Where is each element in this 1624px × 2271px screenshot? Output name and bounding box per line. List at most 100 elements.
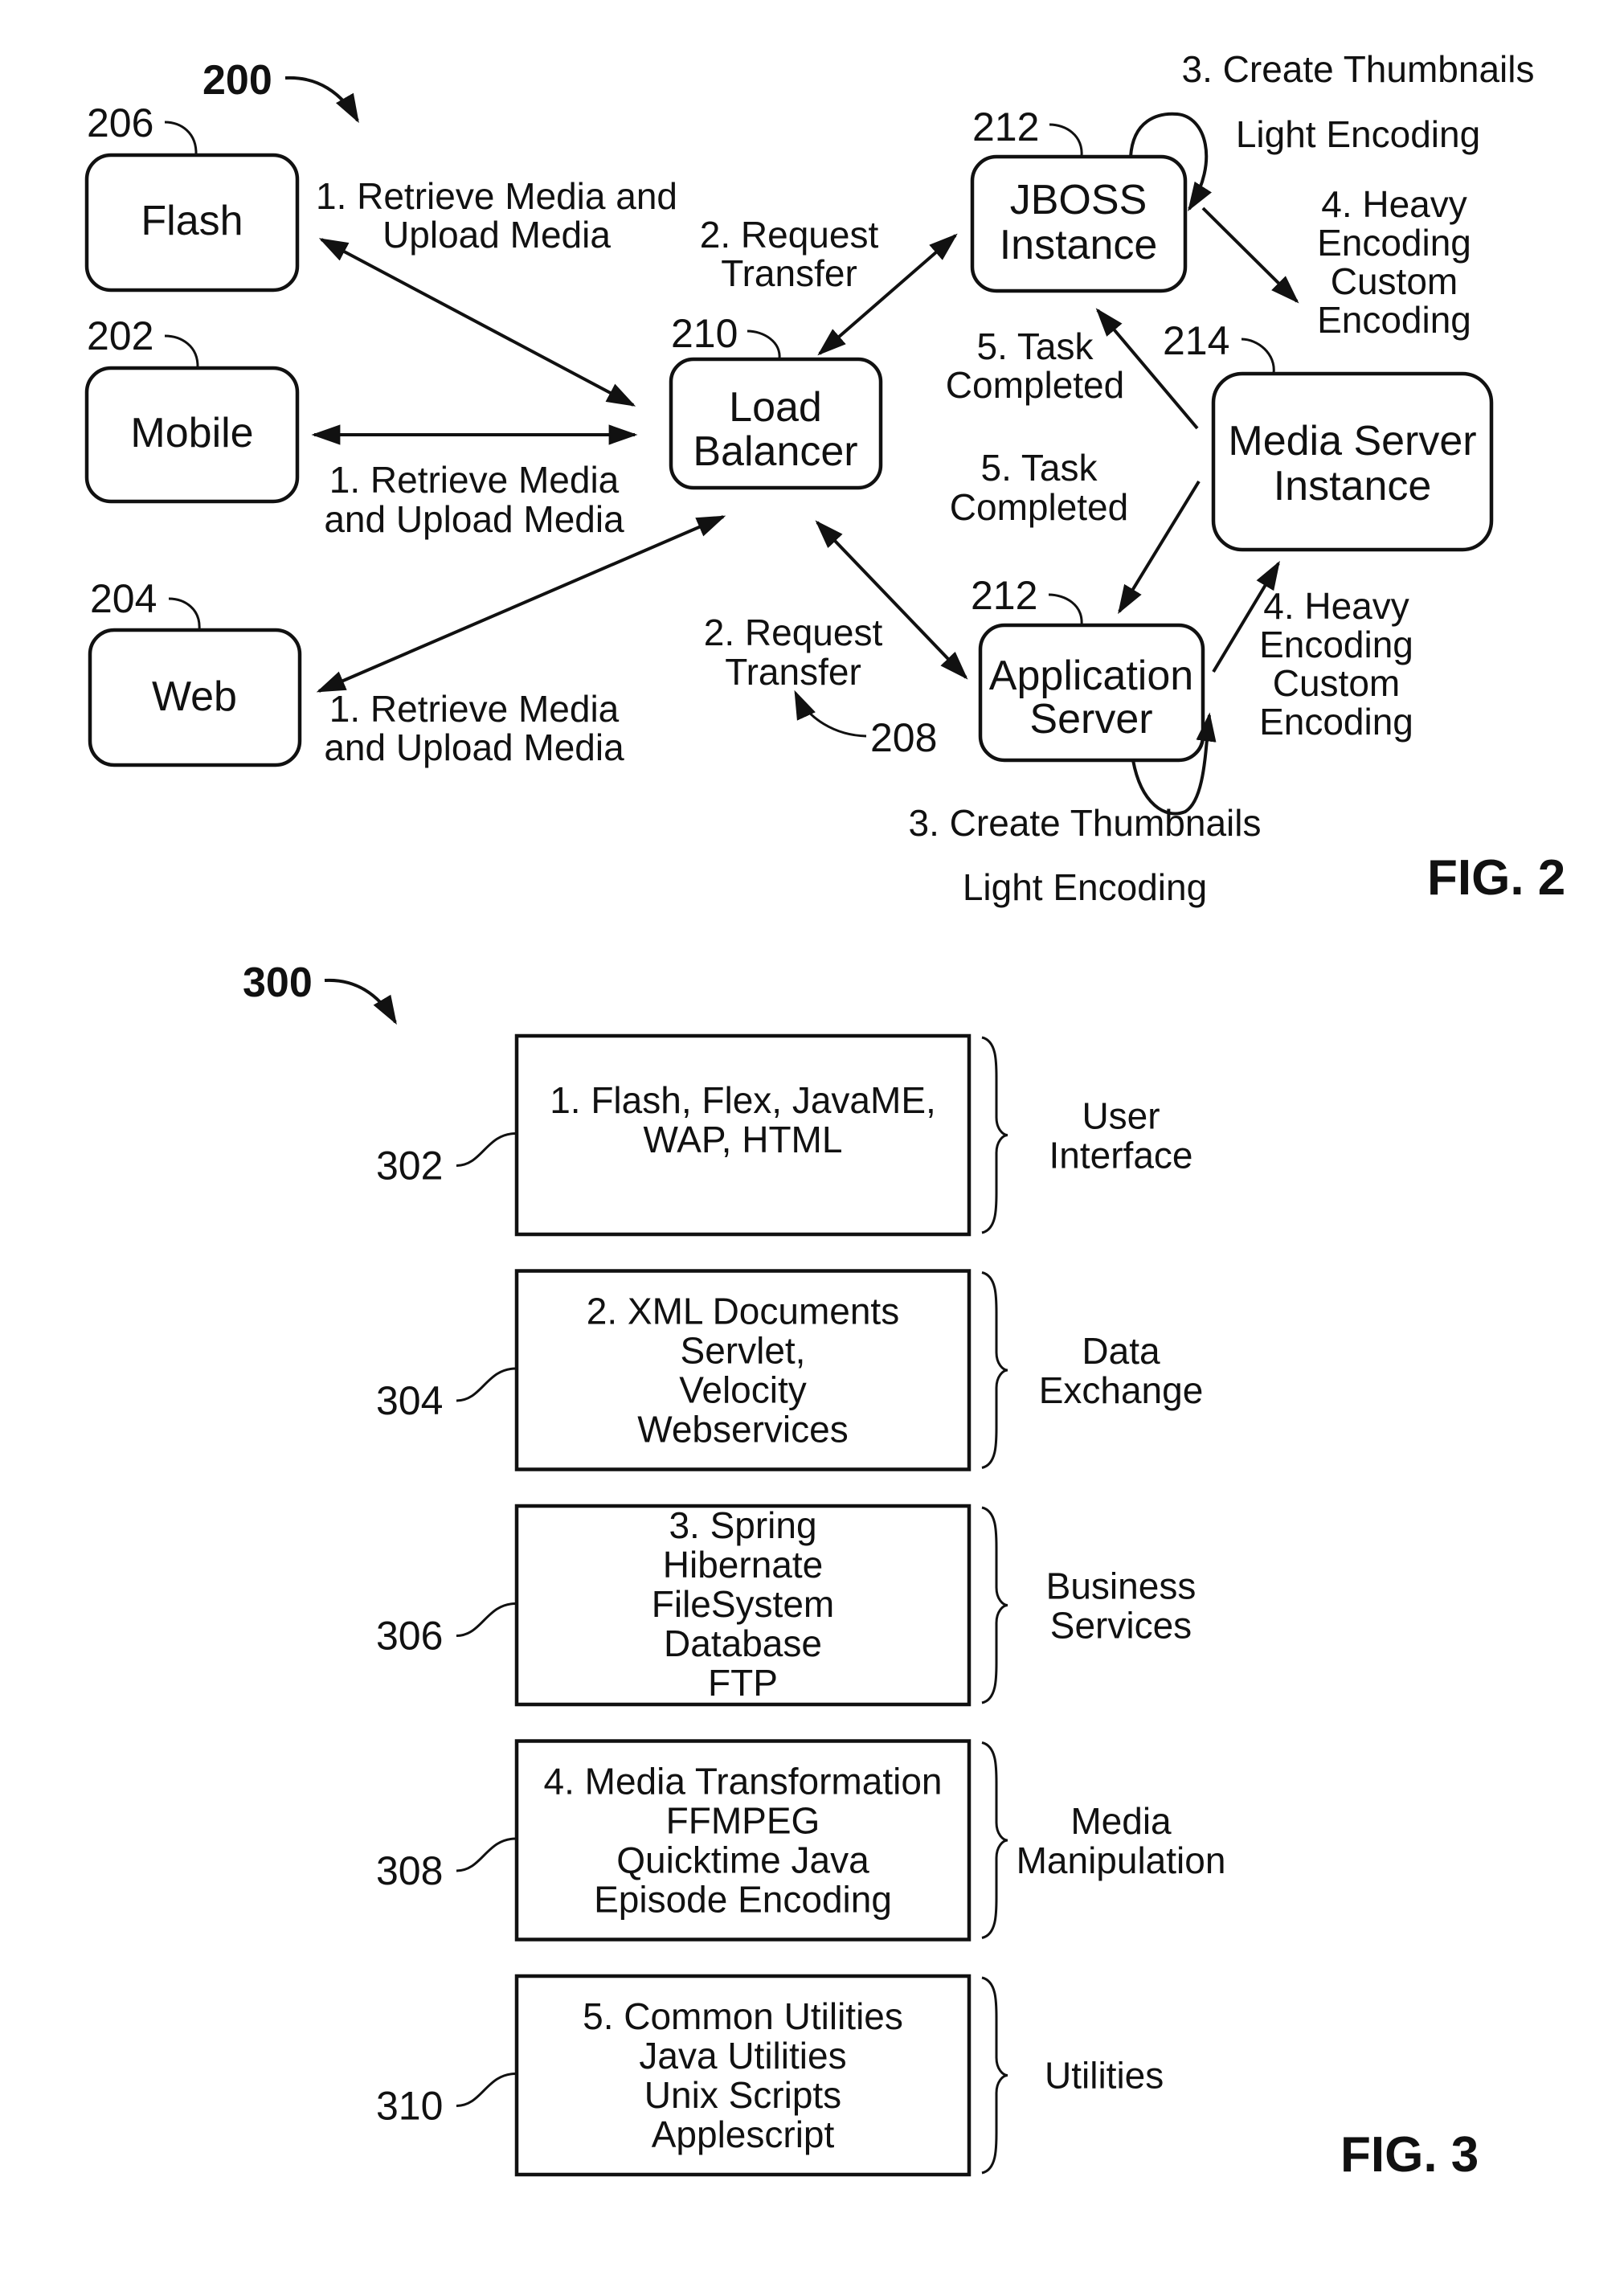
layer-line: Applescript [652,2113,835,2155]
node-mobile: Mobile 202 [84,313,300,504]
layer-310: 5. Common UtilitiesJava UtilitiesUnix Sc… [376,1974,1164,2177]
layer-line: Velocity [679,1369,807,1411]
label-ms-app-2: Completed [950,486,1128,528]
figure-3: 300 1. Flash, Flex, JavaME,WAP, HTML 302 U… [243,960,1479,2183]
layer-line: 1. Flash, Flex, JavaME, [550,1079,936,1121]
layer-308: 4. Media TransformationFFMPEGQuicktime J… [376,1739,1225,1942]
brace-icon [981,1506,1008,1704]
layer-line: Unix Scripts [644,2074,841,2116]
ref-208-leader [794,689,867,738]
label-ms-jboss-1: 5. Task [977,325,1094,367]
label-jboss-ms-4: Encoding [1317,299,1471,341]
layer-ref: 306 [376,1614,443,1659]
figure-2: 200 Flash 206 Mobile 202 Web 204 Load Ba… [84,48,1565,908]
layer-category: Interface [1049,1135,1193,1176]
layer-line: Servlet, [681,1330,806,1372]
label-jboss-self-1: 3. Create Thumbnails [1182,48,1535,90]
layer-category: Services [1050,1605,1192,1647]
layer-category: Utilities [1045,2055,1164,2097]
edge-flash-lb [318,238,636,407]
label-jboss-self-2: Light Encoding [1236,113,1480,155]
ref-leader [747,329,781,360]
ref-leader [168,597,201,631]
layer-ref: 304 [376,1378,443,1423]
layer-line: 2. XML Documents [587,1291,899,1332]
layer-line: Java Utilities [639,2035,846,2077]
ref-leader [164,121,198,156]
layer-stack: 1. Flash, Flex, JavaME,WAP, HTML 302 UserI… [376,1033,1225,2177]
layer-line: FileSystem [652,1583,834,1625]
node-media-server-ref: 214 [1163,318,1229,363]
label-web-lb-2: and Upload Media [324,726,624,768]
ref-leader [1241,338,1275,374]
node-flash: Flash 206 [84,100,300,293]
layer-category: Data [1082,1330,1160,1372]
node-web-ref: 204 [90,576,157,621]
layer-category: Exchange [1039,1369,1204,1411]
node-web-label: Web [152,673,237,720]
fig2-label: FIG. 2 [1427,850,1565,906]
label-app-ms-1: 4. Heavy [1263,585,1409,627]
label-mobile-lb-2: and Upload Media [324,498,624,540]
edge-jboss-ms [1201,207,1299,304]
node-application-server: Application Server 212 [971,573,1205,763]
node-app-server-ref: 212 [971,573,1037,618]
ref-leader [164,334,199,369]
ref-208: 208 [870,715,937,760]
node-flash-label: Flash [141,198,243,244]
node-media-server-label-1: Media Server [1228,418,1476,464]
ref-leader [456,2073,517,2107]
layer-line: 5. Common Utilities [583,1995,903,2037]
layer-304: 2. XML DocumentsServlet,VelocityWebservi… [376,1269,1204,1471]
ref-leader [456,1602,517,1637]
layer-category: Media [1070,1800,1172,1842]
node-app-server-label-1: Application [989,653,1193,699]
label-flash-lb-2: Upload Media [382,214,611,256]
brace-icon [981,1741,1008,1939]
layer-ref: 310 [376,2084,443,2129]
layer-line: FFMPEG [666,1800,820,1842]
node-load-balancer-ref: 210 [671,311,738,356]
label-mobile-lb-1: 1. Retrieve Media [329,459,620,501]
layer-line: Webservices [637,1409,848,1451]
fig2-ref-arrow [284,76,359,124]
layer-category: Business [1046,1565,1197,1607]
label-app-ms-4: Encoding [1259,701,1413,743]
label-ms-app-1: 5. Task [981,447,1098,489]
fig3-ref-number: 300 [243,960,313,1006]
layer-category: User [1082,1095,1160,1137]
edge-ms-app [1118,480,1201,615]
node-mobile-label: Mobile [130,410,253,456]
node-web: Web 204 [88,576,302,767]
label-jboss-ms-2: Encoding [1317,222,1471,264]
layer-line: Database [664,1622,822,1664]
brace-icon [981,1036,1008,1234]
label-lb-jboss-2: Transfer [721,252,857,294]
layer-ref: 302 [376,1144,443,1189]
fig3-label: FIG. 3 [1340,2127,1479,2183]
label-lb-app-1: 2. Request [704,612,883,653]
layer-line: FTP [708,1662,778,1704]
ref-leader [1048,593,1083,626]
ref-leader [1049,123,1083,158]
node-jboss-ref: 212 [972,104,1039,149]
brace-icon [981,1976,1008,2175]
node-flash-ref: 206 [87,100,153,145]
label-jboss-ms-1: 4. Heavy [1321,183,1467,225]
layer-line: Episode Encoding [594,1879,892,1921]
edge-web-lb [316,515,726,693]
label-app-self-1: 3. Create Thumbnails [909,802,1262,844]
patent-drawing: 200 Flash 206 Mobile 202 Web 204 Load Ba… [84,48,1565,2183]
label-lb-jboss-1: 2. Request [700,214,879,256]
ref-leader [456,1132,517,1167]
layer-302: 1. Flash, Flex, JavaME,WAP, HTML 302 UserI… [376,1033,1193,1237]
node-load-balancer: Load Balancer 210 [669,311,883,490]
node-media-server-instance: Media Server Instance 214 [1163,318,1494,552]
label-app-ms-3: Custom [1273,662,1400,704]
brace-icon [981,1271,1008,1469]
layer-306: 3. SpringHibernateFileSystemDatabaseFTP 3… [376,1504,1197,1707]
label-ms-jboss-2: Completed [946,364,1124,406]
layer-line: WAP, HTML [644,1119,843,1160]
ref-leader [456,1837,517,1872]
layer-ref: 308 [376,1848,443,1893]
